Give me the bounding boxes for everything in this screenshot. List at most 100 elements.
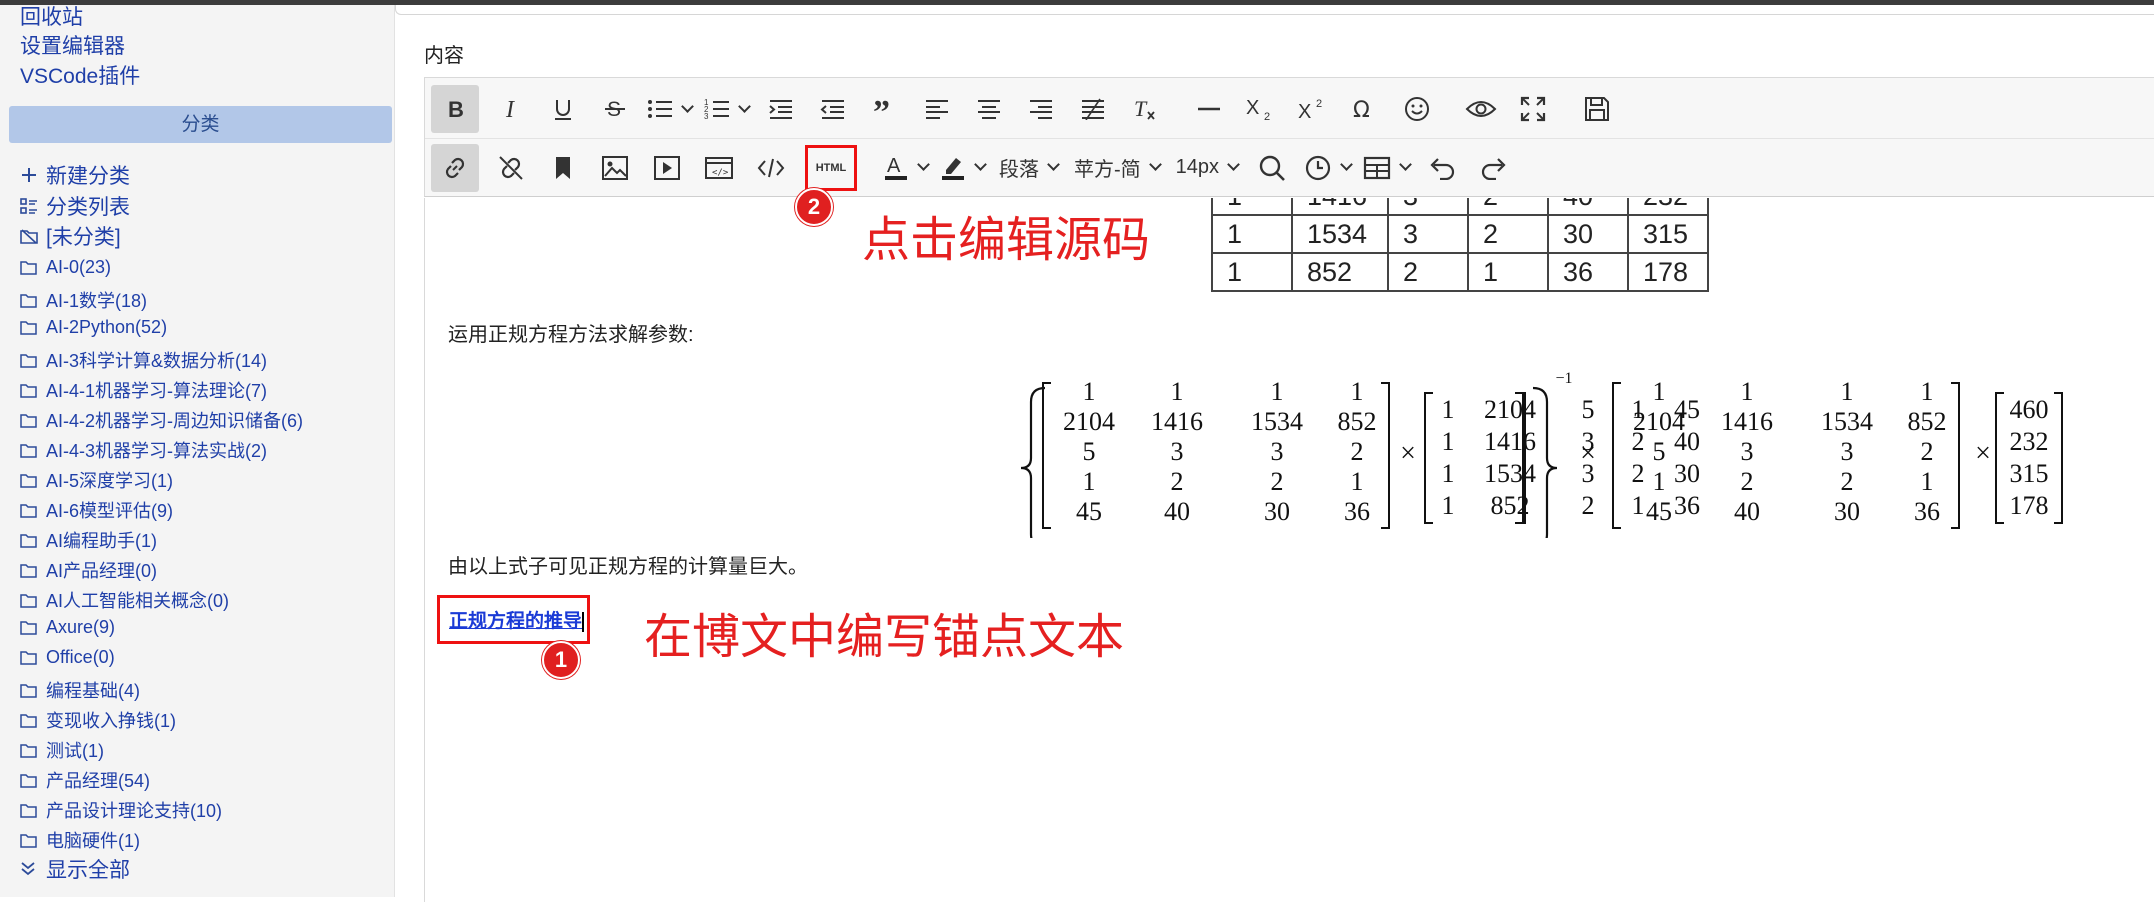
- outdent-icon: [820, 98, 846, 120]
- category-item[interactable]: 产品设计理论支持(10): [20, 797, 222, 823]
- x-entry: 36: [1674, 491, 1700, 520]
- paragraph-format-select[interactable]: 段落: [999, 153, 1058, 182]
- indent-button[interactable]: [761, 85, 801, 133]
- show-all-link[interactable]: 显示全部: [20, 854, 130, 884]
- highlighter-icon: [940, 154, 966, 182]
- folder-icon: [20, 443, 42, 458]
- underline-icon: [552, 97, 574, 121]
- insert-video-button[interactable]: [647, 144, 687, 192]
- new-category-label: 新建分类: [46, 160, 130, 190]
- uncategorized-link[interactable]: [未分类]: [20, 221, 121, 251]
- folder-icon: [20, 533, 42, 548]
- preview-button[interactable]: [1461, 85, 1501, 133]
- main-content: 内容 B I S 123: [395, 5, 2154, 897]
- category-list-label: 分类列表: [46, 191, 130, 221]
- fullscreen-button[interactable]: [1513, 85, 1553, 133]
- numbered-list-button[interactable]: 123: [704, 85, 749, 133]
- clear-format-button[interactable]: T: [1125, 85, 1165, 133]
- link-button[interactable]: [431, 144, 479, 192]
- category-item[interactable]: AI-0(23): [20, 257, 111, 278]
- embed-media-button[interactable]: </>: [699, 144, 739, 192]
- category-item[interactable]: AI-4-2机器学习-周边知识储备(6): [20, 407, 303, 433]
- highlight-color-button[interactable]: [940, 144, 985, 192]
- sidebar-link-vscode-plugin[interactable]: VSCode插件: [20, 60, 140, 90]
- xt-entry: 2: [1741, 467, 1754, 496]
- step-1-annotation: 在博文中编写锚点文本: [644, 597, 1124, 667]
- sidebar-link-editor-settings[interactable]: 设置编辑器: [20, 30, 125, 60]
- folder-icon: [20, 293, 42, 308]
- bullet-list-button[interactable]: [647, 85, 692, 133]
- category-item[interactable]: AI-2Python(52): [20, 317, 167, 338]
- category-item[interactable]: 变现收入挣钱(1): [20, 707, 176, 733]
- svg-text:3: 3: [704, 112, 709, 120]
- category-item[interactable]: AI人工智能相关概念(0): [20, 587, 229, 613]
- category-item[interactable]: 产品经理(54): [20, 767, 150, 793]
- category-item[interactable]: AI产品经理(0): [20, 557, 157, 583]
- subscript-button[interactable]: X2: [1241, 85, 1281, 133]
- strikethrough-button[interactable]: S: [595, 85, 635, 133]
- category-item[interactable]: AI-6模型评估(9): [20, 497, 173, 523]
- text-color-button[interactable]: A: [883, 144, 928, 192]
- link-icon: [441, 154, 469, 182]
- category-item[interactable]: 编程基础(4): [20, 677, 140, 703]
- category-label: 变现收入挣钱(1): [46, 707, 176, 733]
- emoji-button[interactable]: [1397, 85, 1437, 133]
- align-right-button[interactable]: [1021, 85, 1061, 133]
- xt-entry: 2: [1841, 467, 1854, 496]
- xt-entry: 1: [1083, 377, 1096, 406]
- eye-icon: [1465, 98, 1497, 120]
- insert-image-button[interactable]: [595, 144, 635, 192]
- insert-datetime-button[interactable]: [1304, 144, 1351, 192]
- table-button[interactable]: [1363, 144, 1410, 192]
- font-size-select[interactable]: 14px: [1176, 156, 1238, 179]
- font-family-select[interactable]: 苹方-简: [1074, 153, 1160, 182]
- search-replace-button[interactable]: [1252, 144, 1292, 192]
- source-code-html-button[interactable]: HTML: [805, 145, 857, 191]
- horizontal-rule-button[interactable]: [1189, 85, 1229, 133]
- category-list-link[interactable]: 分类列表: [20, 191, 130, 221]
- category-item[interactable]: 测试(1): [20, 737, 104, 763]
- svg-text:</>: </>: [712, 168, 729, 178]
- align-justify-button[interactable]: [1073, 85, 1113, 133]
- align-center-button[interactable]: [969, 85, 1009, 133]
- sidebar-link-recycle-bin[interactable]: 回收站: [20, 1, 83, 31]
- underline-button[interactable]: [543, 85, 583, 133]
- x-entry: 1416: [1484, 427, 1536, 456]
- italic-button[interactable]: I: [491, 85, 531, 133]
- category-item[interactable]: AI-5深度学习(1): [20, 467, 173, 493]
- redo-button[interactable]: [1474, 144, 1514, 192]
- category-label: AI-5深度学习(1): [46, 467, 173, 493]
- superscript-button[interactable]: X2: [1293, 85, 1333, 133]
- folder-icon: [20, 260, 42, 275]
- category-item[interactable]: 电脑硬件(1): [20, 827, 140, 853]
- align-left-button[interactable]: [917, 85, 957, 133]
- category-label: Office(0): [46, 647, 115, 668]
- new-category-link[interactable]: 新建分类: [20, 160, 130, 190]
- outdent-button[interactable]: [813, 85, 853, 133]
- category-item[interactable]: AI-4-1机器学习-算法理论(7): [20, 377, 267, 403]
- title-input-edge[interactable]: [395, 5, 2154, 15]
- anchor-bookmark-button[interactable]: [543, 144, 583, 192]
- unlink-button[interactable]: [491, 144, 531, 192]
- undo-button[interactable]: [1422, 144, 1462, 192]
- category-item[interactable]: AI编程助手(1): [20, 527, 157, 553]
- save-button[interactable]: [1577, 85, 1617, 133]
- editor-content-area[interactable]: 11416324023211534323031518522136178 运用正规…: [424, 198, 2154, 902]
- category-item[interactable]: AI-4-3机器学习-算法实战(2): [20, 437, 267, 463]
- folder-icon: [20, 473, 42, 488]
- plus-icon: [20, 166, 42, 184]
- uncategorized-label: [未分类]: [46, 221, 121, 251]
- bold-button[interactable]: B: [431, 85, 479, 133]
- special-char-button[interactable]: Ω: [1345, 85, 1385, 133]
- category-item[interactable]: AI-3科学计算&数据分析(14): [20, 347, 267, 373]
- category-item[interactable]: Office(0): [20, 647, 115, 668]
- category-item[interactable]: Axure(9): [20, 617, 115, 638]
- xt-entry: 2104: [1063, 407, 1115, 436]
- list-icon: [20, 197, 42, 215]
- category-item[interactable]: AI-1数学(18): [20, 287, 147, 313]
- blockquote-button[interactable]: ”: [865, 85, 905, 133]
- omega-icon: Ω: [1352, 97, 1378, 121]
- category-label: AI-6模型评估(9): [46, 497, 173, 523]
- editor-toolbar: B I S 123 ”: [424, 77, 2154, 197]
- code-sample-button[interactable]: [751, 144, 791, 192]
